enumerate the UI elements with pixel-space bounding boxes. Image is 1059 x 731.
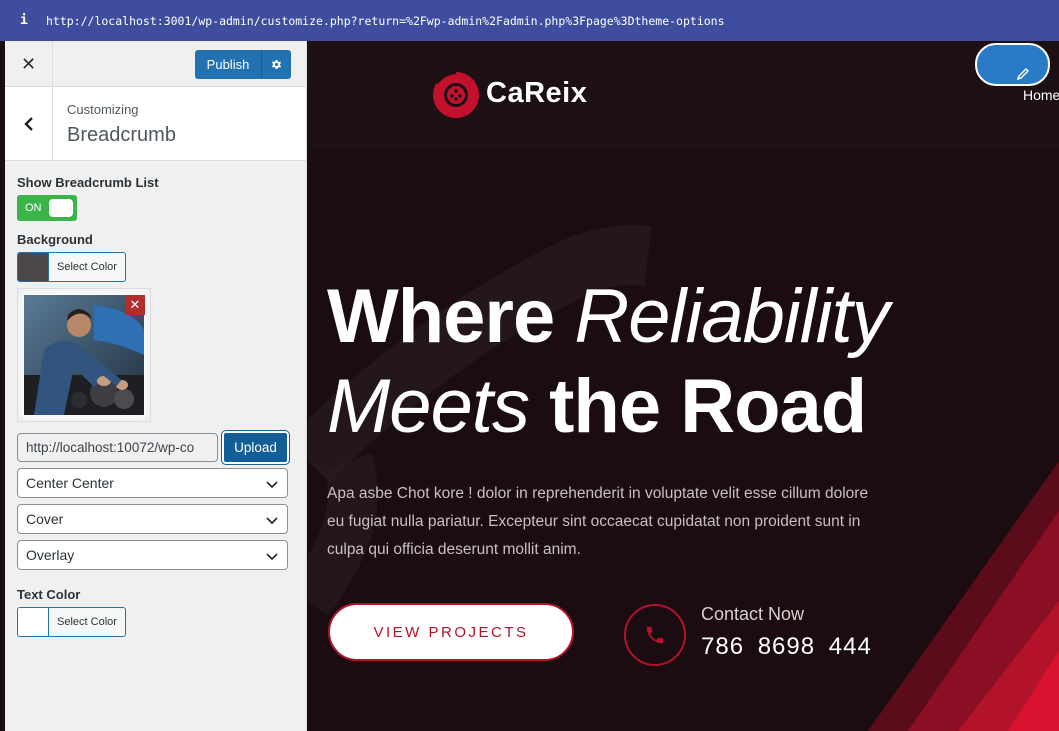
position-select-value: Center Center xyxy=(26,475,114,491)
pencil-icon xyxy=(1016,68,1029,81)
toggle-state-text: ON xyxy=(25,202,42,214)
info-icon[interactable]: i xyxy=(20,13,34,28)
hero-title-line-1: Where Reliability xyxy=(327,273,890,360)
background-size-select[interactable]: Cover xyxy=(17,504,288,534)
hero-where: Where xyxy=(327,274,555,359)
chevron-down-icon xyxy=(266,553,278,561)
customizing-label: Customizing xyxy=(67,102,139,117)
close-customizer-button[interactable]: ✕ xyxy=(5,41,53,87)
overlay-select-value: Overlay xyxy=(26,547,75,563)
background-color-picker[interactable]: Select Color xyxy=(17,252,126,282)
edit-shortcut-button[interactable] xyxy=(975,43,1050,86)
customizer-header: ✕ Publish xyxy=(5,41,306,87)
remove-image-button[interactable]: ✕ xyxy=(125,295,145,315)
contact-label: Contact Now xyxy=(701,604,805,624)
chevron-down-icon xyxy=(266,481,278,489)
customizer-panel: ✕ Publish Customizing Breadcrumb Show Br… xyxy=(5,41,307,731)
section-name: Breadcrumb xyxy=(67,124,176,146)
phone-icon xyxy=(646,626,664,644)
select-color-label: Select Color xyxy=(57,261,117,273)
nav-home-link[interactable]: Home xyxy=(1023,87,1059,103)
site-header: CaReix Home xyxy=(308,41,1059,149)
select-color-label: Select Color xyxy=(57,616,117,628)
show-breadcrumb-toggle[interactable]: ON xyxy=(17,195,77,221)
hero-road: the Road xyxy=(549,364,867,449)
show-breadcrumb-label: Show Breadcrumb List xyxy=(17,175,159,190)
upload-button[interactable]: Upload xyxy=(221,430,290,465)
text-color-swatch xyxy=(18,608,49,636)
publish-settings-button[interactable] xyxy=(261,50,291,79)
publish-button[interactable]: Publish xyxy=(195,50,261,79)
view-projects-button[interactable]: VIEW PROJECTS xyxy=(328,603,574,661)
background-position-select[interactable]: Center Center xyxy=(17,468,288,498)
browser-url-bar[interactable]: i http://localhost:3001/wp-admin/customi… xyxy=(0,0,1059,41)
image-url-field[interactable]: http://localhost:10072/wp-co xyxy=(17,433,218,462)
hero-paragraph: Apa asbe Chot kore ! dolor in reprehende… xyxy=(327,485,869,558)
background-color-swatch xyxy=(18,253,49,281)
chevron-down-icon xyxy=(266,517,278,525)
back-button[interactable] xyxy=(5,87,53,161)
gear-icon xyxy=(271,59,282,70)
site-preview: CaReix Home Where Reliability Meets the … xyxy=(308,41,1059,731)
background-label: Background xyxy=(17,232,93,247)
overlay-select[interactable]: Overlay xyxy=(17,540,288,570)
close-icon: ✕ xyxy=(20,53,37,75)
hero-reliability: Reliability xyxy=(574,274,889,359)
section-title-bar: Customizing Breadcrumb xyxy=(5,87,306,161)
chevron-left-icon xyxy=(23,117,33,131)
publish-group: Publish xyxy=(195,50,291,79)
phone-button[interactable] xyxy=(624,604,686,666)
brake-disc-icon xyxy=(433,70,479,118)
text-color-label: Text Color xyxy=(17,587,81,602)
size-select-value: Cover xyxy=(26,511,64,527)
hero-title-line-2: Meets the Road xyxy=(327,363,867,450)
url-text[interactable]: http://localhost:3001/wp-admin/customize… xyxy=(46,14,725,28)
text-color-picker[interactable]: Select Color xyxy=(17,607,126,637)
site-logo[interactable]: CaReix xyxy=(486,77,587,110)
hero-meets: Meets xyxy=(327,364,530,449)
close-icon: ✕ xyxy=(129,297,141,313)
toggle-knob xyxy=(49,199,73,217)
contact-number[interactable]: 786 8698 444 xyxy=(701,633,872,661)
